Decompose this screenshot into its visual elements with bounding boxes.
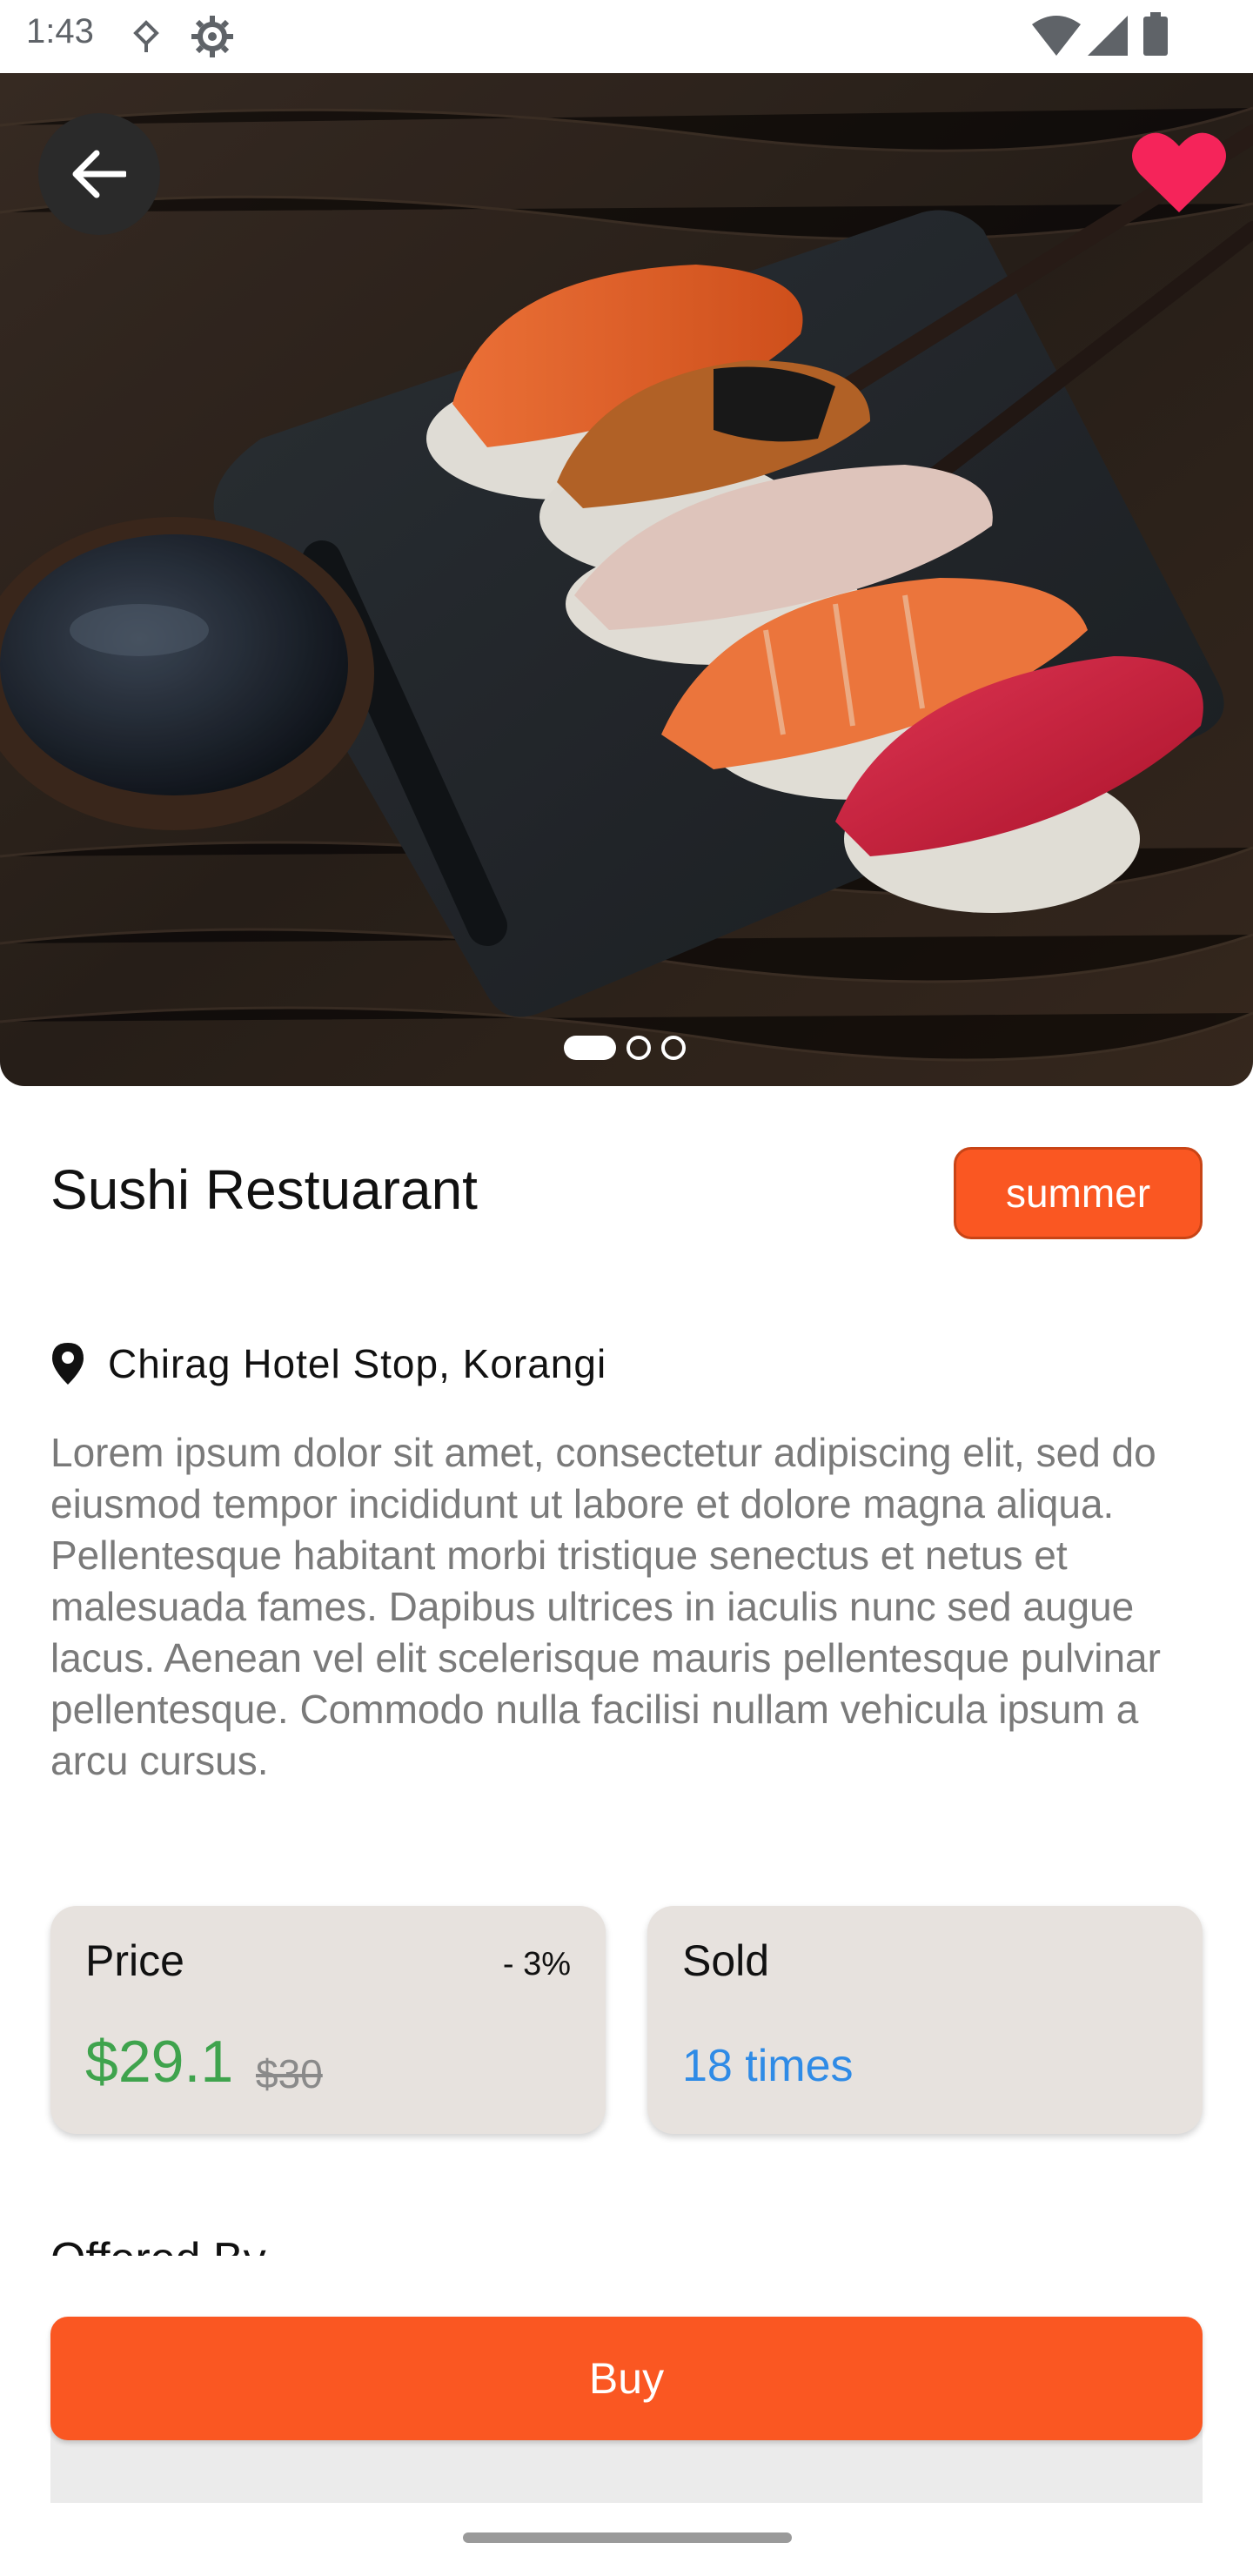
location-row: Chirag Hotel Stop, Korangi <box>52 1340 606 1387</box>
home-indicator[interactable] <box>463 2532 792 2543</box>
offered-by-section: Offered By <box>50 2224 399 2256</box>
wifi-icon <box>1032 16 1081 56</box>
carousel-dot[interactable] <box>626 1036 651 1060</box>
back-button[interactable] <box>38 113 160 235</box>
carousel-dot-active[interactable] <box>564 1036 616 1060</box>
heart-icon[interactable] <box>1131 129 1227 216</box>
status-time: 1:43 <box>26 12 94 50</box>
vpn-key-icon <box>133 20 159 52</box>
sold-label: Sold <box>682 1936 770 1985</box>
location-pin-icon <box>52 1343 84 1385</box>
price-label: Price <box>85 1936 184 1985</box>
current-price: $29.1 <box>85 2029 234 2095</box>
sold-count: 18 times <box>682 2041 854 2091</box>
location-label: Chirag Hotel Stop, Korangi <box>108 1341 607 1386</box>
sold-card: Sold 18 times <box>647 1906 1203 2134</box>
signal-icon <box>1088 16 1128 56</box>
season-tag-button[interactable]: summer <box>954 1147 1203 1239</box>
back-arrow-icon <box>72 150 126 198</box>
settings-icon <box>191 16 233 57</box>
status-bar: 1:43 <box>0 0 1253 73</box>
description: Lorem ipsum dolor sit amet, consectetur … <box>50 1430 1161 1783</box>
offered-by-heading: Offered By <box>50 2233 266 2256</box>
carousel-dot[interactable] <box>661 1036 686 1060</box>
discount-badge: - 3% <box>502 1946 571 1982</box>
original-price: $30 <box>256 2051 323 2096</box>
carousel-indicator <box>0 1034 1253 1063</box>
page-title: Sushi Restuarant <box>50 1158 478 1221</box>
price-card: Price - 3% $29.1 $30 <box>50 1906 606 2134</box>
battery-icon <box>1143 12 1168 56</box>
buy-button[interactable]: Buy <box>50 2317 1203 2440</box>
hero-image[interactable] <box>0 73 1253 1086</box>
